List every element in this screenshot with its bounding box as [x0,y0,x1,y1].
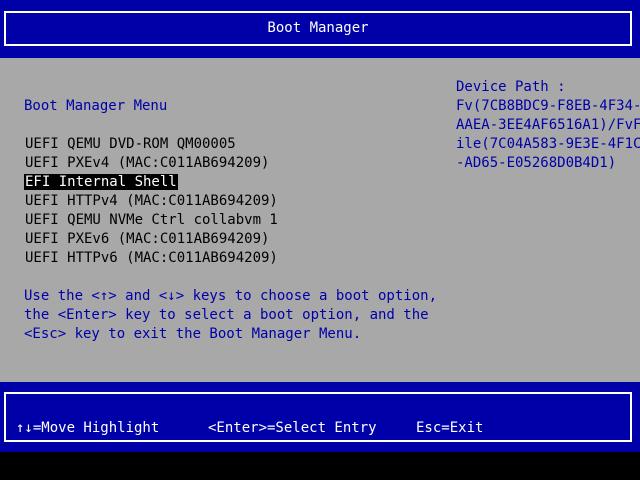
content-panel: Boot Manager Menu UEFI QEMU DVD-ROM QM00… [0,58,640,382]
device-path-label: Device Path : [456,79,566,95]
boot-option-pxev4[interactable]: UEFI PXEv4 (MAC:C011AB694209) [24,154,279,173]
boot-option-nvme[interactable]: UEFI QEMU NVMe Ctrl collabvm 1 [24,211,279,230]
help-line: Use the <↑> and <↓> keys to choose a boo… [24,288,438,304]
device-path-line: AAEA-3EE4AF6516A1)/FvF [456,117,640,133]
footer-select-hint: <Enter>=Select Entry [208,420,377,436]
header-band: Boot Manager [0,0,640,58]
footer-band: ↑↓=Move Highlight <Enter>=Select Entry E… [0,382,640,452]
menu-title: Boot Manager Menu [24,98,168,114]
boot-option-list: UEFI QEMU DVD-ROM QM00005 UEFI PXEv4 (MA… [24,135,279,268]
footer-exit-hint: Esc=Exit [416,420,484,436]
boot-option-internal-shell[interactable]: EFI Internal Shell [24,173,279,192]
boot-option-httpv4[interactable]: UEFI HTTPv4 (MAC:C011AB694209) [24,192,279,211]
device-path-line: -AD65-E05268D0B4D1) [456,155,617,171]
boot-option-dvd-rom[interactable]: UEFI QEMU DVD-ROM QM00005 [24,135,279,154]
device-path-line: Fv(7CB8BDC9-F8EB-4F34- [456,98,640,114]
help-text: Use the <↑> and <↓> keys to choose a boo… [24,287,437,344]
device-path-panel: Device Path : Fv(7CB8BDC9-F8EB-4F34- AAE… [456,78,640,173]
footer-move-hint: ↑↓=Move Highlight [16,420,160,436]
help-line: the <Enter> key to select a boot option,… [24,307,429,323]
device-path-line: ile(7C04A583-9E3E-4F1C [456,136,640,152]
bottom-strip [0,452,640,480]
boot-option-pxev6[interactable]: UEFI PXEv6 (MAC:C011AB694209) [24,230,279,249]
page-title: Boot Manager [4,11,632,46]
help-line: <Esc> key to exit the Boot Manager Menu. [24,326,362,342]
boot-option-httpv6[interactable]: UEFI HTTPv6 (MAC:C011AB694209) [24,249,279,268]
